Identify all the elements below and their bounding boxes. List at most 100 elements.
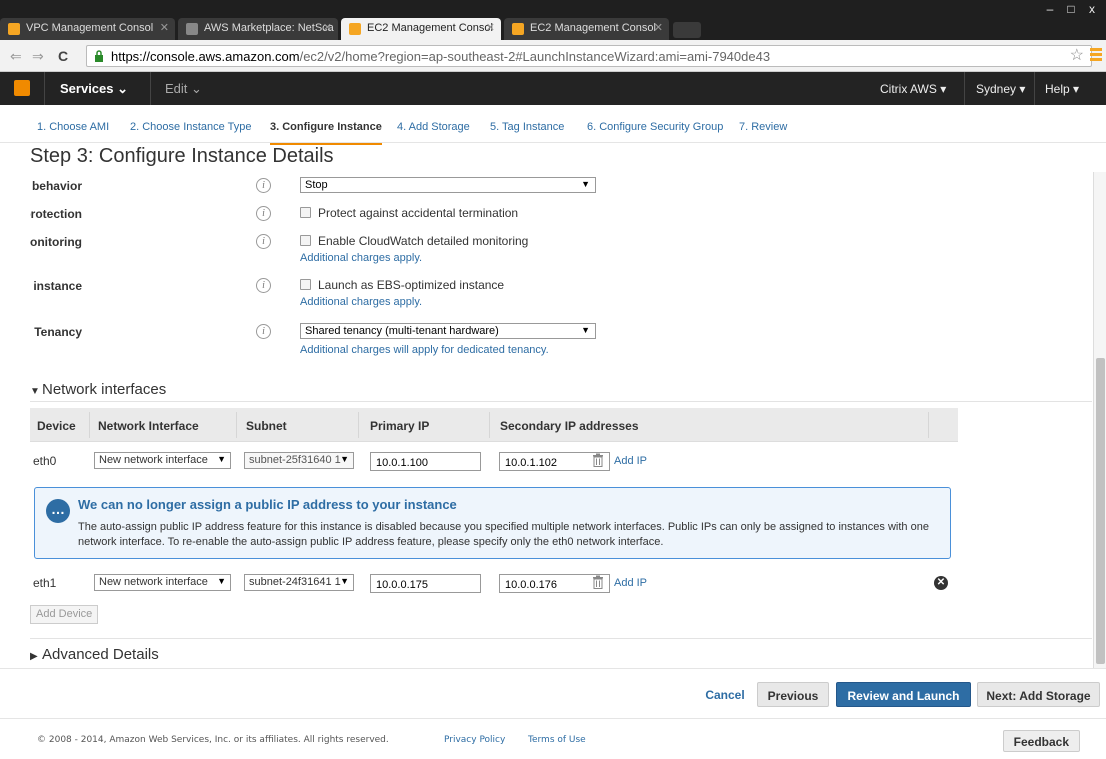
close-tab-icon[interactable]: ✕ (323, 21, 332, 34)
primary-ip-input[interactable] (370, 574, 481, 593)
forward-arrow-icon[interactable]: ⇒ (32, 48, 44, 65)
termination-protection-checkbox-label: Protect against accidental termination (318, 206, 519, 220)
column-header-primary-ip: Primary IP (370, 419, 430, 433)
aws-favicon-icon (8, 23, 20, 35)
previous-button[interactable]: Previous (757, 682, 829, 707)
cancel-button[interactable]: Cancel (700, 682, 750, 707)
network-interface-select[interactable]: New network interface ▼ (94, 574, 231, 591)
add-ip-link[interactable]: Add IP (614, 455, 647, 467)
subnet-select[interactable]: subnet-25f31640 1 ▼ (244, 452, 354, 469)
info-icon[interactable]: i (256, 278, 271, 293)
browser-tab-marketplace[interactable]: AWS Marketplace: NetSca ✕ (178, 18, 338, 40)
shutdown-behavior-select[interactable]: Stop ▼ (300, 177, 596, 193)
next-add-storage-button[interactable]: Next: Add Storage (977, 682, 1100, 707)
ebs-charges-link[interactable]: Additional charges apply. (300, 296, 422, 308)
info-icon[interactable]: i (256, 178, 271, 193)
maximize-button[interactable]: □ (1061, 2, 1081, 18)
advanced-details-toggle[interactable]: ▶ Advanced Details (30, 646, 159, 663)
services-menu[interactable]: Services ⌄ (60, 81, 128, 97)
close-window-button[interactable]: x (1082, 2, 1102, 18)
bookmark-star-icon[interactable]: ☆ (1070, 45, 1084, 65)
caret-down-icon: ▾ (940, 82, 947, 96)
close-tab-icon[interactable]: ✕ (654, 21, 663, 34)
caret-down-icon: ▼ (217, 454, 226, 464)
edit-menu[interactable]: Edit ⌄ (165, 81, 202, 97)
edit-label: Edit (165, 81, 188, 96)
aws-logo-icon[interactable] (14, 80, 30, 96)
tenancy-charges-link[interactable]: Additional charges will apply for dedica… (300, 344, 549, 356)
caret-down-icon: ▼ (340, 576, 349, 586)
step-choose-instance-type[interactable]: 2. Choose Instance Type (130, 121, 252, 133)
trash-icon[interactable] (592, 575, 604, 589)
tenancy-row: Tenancy i Shared tenancy (multi-tenant h… (30, 323, 930, 361)
primary-ip-input[interactable] (370, 452, 481, 471)
info-icon[interactable]: i (256, 206, 271, 221)
tenancy-select[interactable]: Shared tenancy (multi-tenant hardware) ▼ (300, 323, 596, 339)
step-review[interactable]: 7. Review (739, 121, 787, 133)
step-add-storage[interactable]: 4. Add Storage (397, 121, 470, 133)
network-interfaces-title: Network interfaces (42, 381, 167, 398)
close-tab-icon[interactable]: ✕ (160, 21, 169, 34)
ebs-optimized-label: EBS-optimized instance (30, 279, 82, 293)
termination-protection-row: Enable termination protection i Protect … (30, 206, 930, 227)
monitoring-charges-link[interactable]: Additional charges apply. (300, 252, 422, 264)
monitoring-checkbox[interactable] (300, 235, 311, 246)
close-tab-icon[interactable]: ✕ (486, 21, 495, 34)
terms-of-use-link[interactable]: Terms of Use (528, 735, 586, 745)
step-configure-security-group[interactable]: 6. Configure Security Group (587, 121, 723, 133)
monitoring-row: Monitoring i Enable CloudWatch detailed … (30, 234, 930, 271)
remove-device-icon[interactable]: ✕ (934, 576, 948, 590)
services-label: Services (60, 81, 114, 96)
minimize-button[interactable]: – (1040, 2, 1060, 18)
help-menu[interactable]: Help ▾ (1045, 82, 1079, 96)
browser-tab-ec2[interactable]: EC2 Management Consol ✕ (504, 18, 669, 40)
copyright-text: © 2008 - 2014, Amazon Web Services, Inc.… (37, 735, 389, 745)
scrollbar-thumb[interactable] (1096, 358, 1105, 664)
step-configure-instance[interactable]: 3. Configure Instance (270, 121, 382, 145)
ebs-optimized-checkbox[interactable] (300, 279, 311, 290)
account-menu[interactable]: Citrix AWS ▾ (880, 82, 946, 96)
termination-protection-label: Enable termination protection (30, 207, 82, 221)
network-table-header: Device Network Interface Subnet Primary … (30, 408, 958, 442)
back-arrow-icon[interactable]: ⇐ (10, 48, 22, 65)
browser-menu-icon[interactable] (1090, 48, 1102, 62)
subnet-select[interactable]: subnet-24f31641 1 ▼ (244, 574, 354, 591)
add-device-button[interactable]: Add Device (30, 605, 99, 624)
info-icon[interactable]: i (256, 234, 271, 249)
ebs-optimized-row: EBS-optimized instance i Launch as EBS-o… (30, 278, 930, 315)
network-interfaces-toggle[interactable]: ▼ Network interfaces (30, 381, 166, 398)
column-header-secondary-ip: Secondary IP addresses (500, 419, 639, 433)
add-ip-link[interactable]: Add IP (614, 577, 647, 589)
chevron-down-icon: ⌄ (191, 81, 202, 96)
device-name: eth1 (33, 576, 57, 590)
aws-favicon-icon (349, 23, 361, 35)
info-icon[interactable]: i (256, 324, 271, 339)
advanced-details-title: Advanced Details (42, 646, 159, 663)
privacy-policy-link[interactable]: Privacy Policy (444, 735, 505, 745)
info-bubble-icon: … (46, 499, 70, 523)
table-row: eth0 New network interface ▼ subnet-25f31… (30, 452, 958, 472)
content-scrollbar[interactable] (1093, 172, 1106, 668)
subnet-value: subnet-24f31641 1 (249, 576, 341, 588)
triangle-down-icon: ▼ (30, 386, 40, 397)
address-bar: ⇐ ⇒ C https://console.aws.amazon.com/ec2… (0, 40, 1106, 72)
monitoring-checkbox-label: Enable CloudWatch detailed monitoring (318, 234, 529, 248)
reload-icon[interactable]: C (58, 48, 68, 64)
termination-protection-checkbox[interactable] (300, 207, 311, 218)
new-tab-button[interactable] (673, 22, 701, 38)
feedback-button[interactable]: Feedback (1002, 730, 1080, 752)
review-and-launch-button[interactable]: Review and Launch (836, 682, 971, 707)
wizard-button-bar: Cancel Previous Review and Launch Next: … (0, 668, 1106, 718)
url-path: /ec2/v2/home?region=ap-southeast-2#Launc… (299, 49, 771, 64)
step-tag-instance[interactable]: 5. Tag Instance (490, 121, 564, 133)
ebs-optimized-checkbox-label: Launch as EBS-optimized instance (318, 278, 505, 292)
network-interface-select[interactable]: New network interface ▼ (94, 452, 231, 469)
url-input[interactable]: https://console.aws.amazon.com/ec2/v2/ho… (86, 45, 1092, 67)
browser-tab-ec2-active[interactable]: EC2 Management Consol ✕ (341, 18, 501, 40)
wizard-steps: 1. Choose AMI 2. Choose Instance Type 3.… (0, 105, 1106, 145)
triangle-right-icon: ▶ (30, 651, 38, 662)
region-menu[interactable]: Sydney ▾ (976, 82, 1025, 96)
step-choose-ami[interactable]: 1. Choose AMI (37, 121, 109, 133)
trash-icon[interactable] (592, 453, 604, 467)
browser-tab-vpc[interactable]: VPC Management Consol ✕ (0, 18, 175, 40)
